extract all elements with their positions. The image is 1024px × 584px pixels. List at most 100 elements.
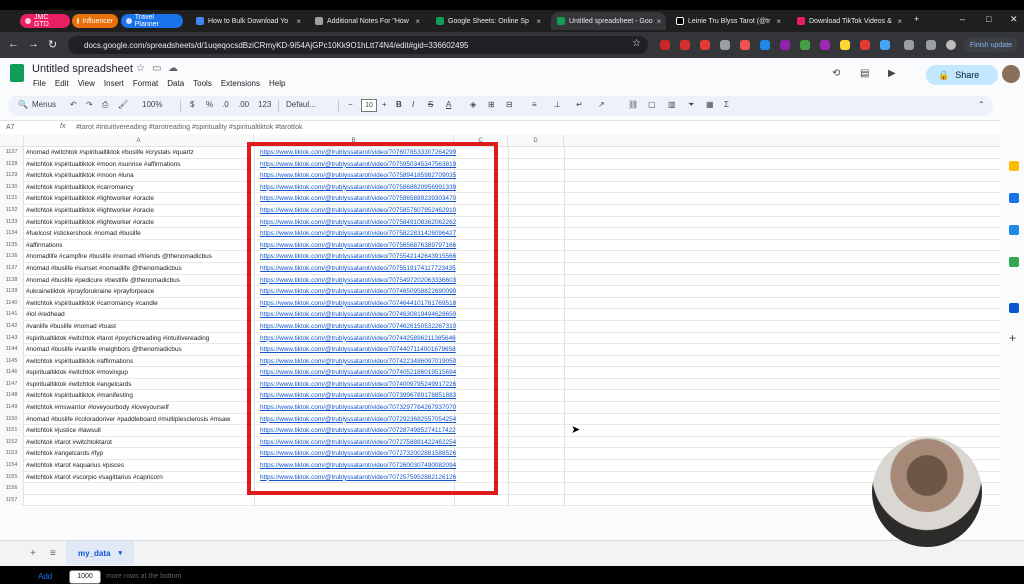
row-number[interactable]: 1148 [0, 390, 24, 403]
extension-icon[interactable] [720, 40, 730, 50]
insert-chart-icon[interactable]: ▥ [668, 100, 676, 109]
minimize-icon[interactable]: – [960, 14, 965, 24]
cell-hashtags[interactable]: #fuelcost #stickershock #nomad #buslife [26, 228, 250, 239]
table-row[interactable]: 1145 #witchtok #spiritualtiktok #affirmat… [0, 355, 1000, 368]
cloud-icon[interactable]: ☁ [168, 63, 178, 74]
insert-link-icon[interactable]: ⛓ [628, 100, 638, 109]
row-number[interactable]: 1128 [0, 158, 24, 171]
tab-google-sheets[interactable]: Google Sheets: Online Sp × [430, 12, 547, 30]
table-row[interactable]: 1138 #nomad #buslife #pedicure #bestlife … [0, 274, 1000, 287]
table-row[interactable]: 1133 #witchtok #spiritualtiktok #lightwor… [0, 216, 1000, 229]
table-row[interactable]: 1137 #nomad #buslife #sunset #nomadlife @… [0, 262, 1000, 275]
comments-icon[interactable]: ▤ [860, 68, 869, 79]
undo-icon[interactable]: ↶ [70, 100, 77, 109]
row-number[interactable]: 1152 [0, 436, 24, 449]
table-row[interactable]: 1141 #lol #redhead https://www.tiktok.com/… [0, 309, 1000, 321]
cell-hashtags[interactable]: #witchtok #tarot #aquarius #pisces [26, 460, 250, 471]
cell-hashtags[interactable]: #witchtok #spiritualtiktok #moon #luna [26, 170, 250, 181]
table-row[interactable]: 1136 #nomadlife #campfire #buslife #nomad… [0, 251, 1000, 263]
table-row[interactable]: 1128 #witchtok #spiritualtiktok #moon #su… [0, 158, 1000, 171]
puzzle-icon[interactable] [904, 40, 914, 50]
window-close-icon[interactable]: ✕ [1010, 14, 1018, 25]
row-number[interactable]: 1135 [0, 239, 24, 252]
row-number[interactable]: 1144 [0, 344, 24, 356]
extension-icon[interactable] [840, 40, 850, 50]
horizontal-align-icon[interactable]: ≡ [532, 100, 537, 109]
cell-hashtags[interactable]: #witchtok #spiritualtiktok #lightworker … [26, 217, 250, 228]
table-row[interactable]: 1156 [0, 483, 1000, 495]
cell-hashtags[interactable]: #nomadlife #campfire #buslife #nomad #fr… [26, 251, 250, 262]
cell-hashtags[interactable]: #lol #redhead [26, 309, 250, 320]
cell-hashtags[interactable]: #witchtok #spiritualtiktok #affirmations [26, 356, 250, 367]
cell-hashtags[interactable]: #nomad #buslife #pedicure #bestlife @the… [26, 275, 250, 286]
close-icon[interactable]: × [653, 17, 662, 26]
menu-tools[interactable]: Tools [193, 79, 212, 88]
more-formats-button[interactable]: 123 [258, 100, 271, 109]
row-number[interactable]: 1153 [0, 448, 24, 461]
table-row[interactable]: 1127 #nomad #witchtok #spiritualtiktok #b… [0, 147, 1000, 159]
tab-download-tiktok[interactable]: Download TikTok Videos & × [791, 12, 908, 30]
font-size-input[interactable]: 10 [361, 99, 377, 112]
cell-hashtags[interactable]: #vanlife #buslife #nomad #toast [26, 321, 250, 332]
menu-file[interactable]: File [33, 79, 46, 88]
italic-icon[interactable]: I [412, 100, 414, 109]
extension-icon[interactable] [780, 40, 790, 50]
row-number[interactable]: 1136 [0, 251, 24, 263]
table-row[interactable]: 1148 #witchtok #spiritualtiktok #manifest… [0, 390, 1000, 403]
table-row[interactable]: 1132 #witchtok #spiritualtiktok #lightwor… [0, 204, 1000, 217]
extension-icon[interactable] [820, 40, 830, 50]
insert-comment-icon[interactable]: ▢ [648, 100, 656, 109]
merge-cells-icon[interactable]: ⊟ [506, 100, 513, 109]
filter-views-icon[interactable]: ▦ [706, 100, 714, 109]
cell-hashtags[interactable]: #witchtok #angelcards #fyp [26, 448, 250, 459]
row-number[interactable]: 1145 [0, 355, 24, 368]
cell-hashtags[interactable]: #affirmations [26, 240, 250, 251]
row-number[interactable]: 1156 [0, 483, 24, 495]
row-number[interactable]: 1127 [0, 147, 24, 159]
reload-icon[interactable]: ↻ [48, 38, 57, 51]
maximize-icon[interactable]: □ [986, 14, 991, 24]
table-row[interactable]: 1130 #witchtok #spiritualtiktok #carroman… [0, 181, 1000, 194]
decrease-font-size-icon[interactable]: − [348, 100, 353, 109]
table-row[interactable]: 1143 #spiritualtiktok #witchtok #tarot #p… [0, 332, 1000, 345]
table-row[interactable]: 1155 #witchtok #tarot #scorpio #sagittari… [0, 471, 1000, 484]
contacts-icon[interactable] [1009, 225, 1019, 235]
column-header-d[interactable]: D [508, 135, 564, 147]
history-icon[interactable]: ⟲ [832, 68, 840, 79]
close-icon[interactable]: × [532, 17, 541, 26]
row-number[interactable]: 1141 [0, 309, 24, 321]
close-icon[interactable]: × [893, 17, 902, 26]
share-button[interactable]: 🔒 Share [926, 65, 998, 85]
table-row[interactable]: 1157 [0, 494, 1000, 507]
sheets-logo-icon[interactable] [10, 64, 24, 82]
table-row[interactable]: 1134 #fuelcost #stickershock #nomad #busl… [0, 228, 1000, 240]
new-tab-icon[interactable]: + [914, 14, 919, 24]
increase-font-size-icon[interactable]: + [382, 100, 387, 109]
table-row[interactable]: 1142 #vanlife #buslife #nomad #toast https… [0, 320, 1000, 333]
cell-hashtags[interactable]: #nomad #buslife #vanlife #neighbors @the… [26, 344, 250, 355]
forward-icon[interactable]: → [28, 38, 39, 50]
table-row[interactable]: 1139 #ukrainetiktok #prayforukraine #pray… [0, 286, 1000, 298]
row-number[interactable]: 1130 [0, 181, 24, 194]
cell-hashtags[interactable]: #witchtok #spiritualtiktok #carromancy [26, 182, 250, 193]
currency-format-button[interactable]: $ [190, 100, 194, 109]
tab-bulk-download[interactable]: How to Bulk Download Yo × [190, 12, 307, 30]
cell-hashtags[interactable]: #witchtok #tarot #scorpio #sagittarius #… [26, 472, 250, 483]
row-number[interactable]: 1132 [0, 204, 24, 217]
extension-icon[interactable] [740, 40, 750, 50]
meet-icon[interactable]: ▶ [888, 68, 896, 79]
extension-icon[interactable] [700, 40, 710, 50]
table-row[interactable]: 1152 #witchtok #tarot #witchtoktarot https… [0, 436, 1000, 449]
tab-group-influencer[interactable]: Influencer [72, 14, 118, 28]
download-icon[interactable] [926, 40, 936, 50]
row-number[interactable]: 1146 [0, 367, 24, 379]
vertical-align-icon[interactable]: ⊥ [554, 100, 561, 109]
profile-icon[interactable] [946, 40, 956, 50]
cell-hashtags[interactable]: #nomad #witchtok #spiritualtiktok #busli… [26, 147, 250, 158]
extension-icon[interactable] [880, 40, 890, 50]
cell-hashtags[interactable]: #witchtok #spiritualtiktok #lightworker … [26, 193, 250, 204]
keep-icon[interactable] [1009, 161, 1019, 171]
finish-update-button[interactable]: Finish update [964, 38, 1019, 52]
table-row[interactable]: 1129 #witchtok #spiritualtiktok #moon #lu… [0, 170, 1000, 182]
add-addon-icon[interactable]: + [1009, 332, 1019, 344]
